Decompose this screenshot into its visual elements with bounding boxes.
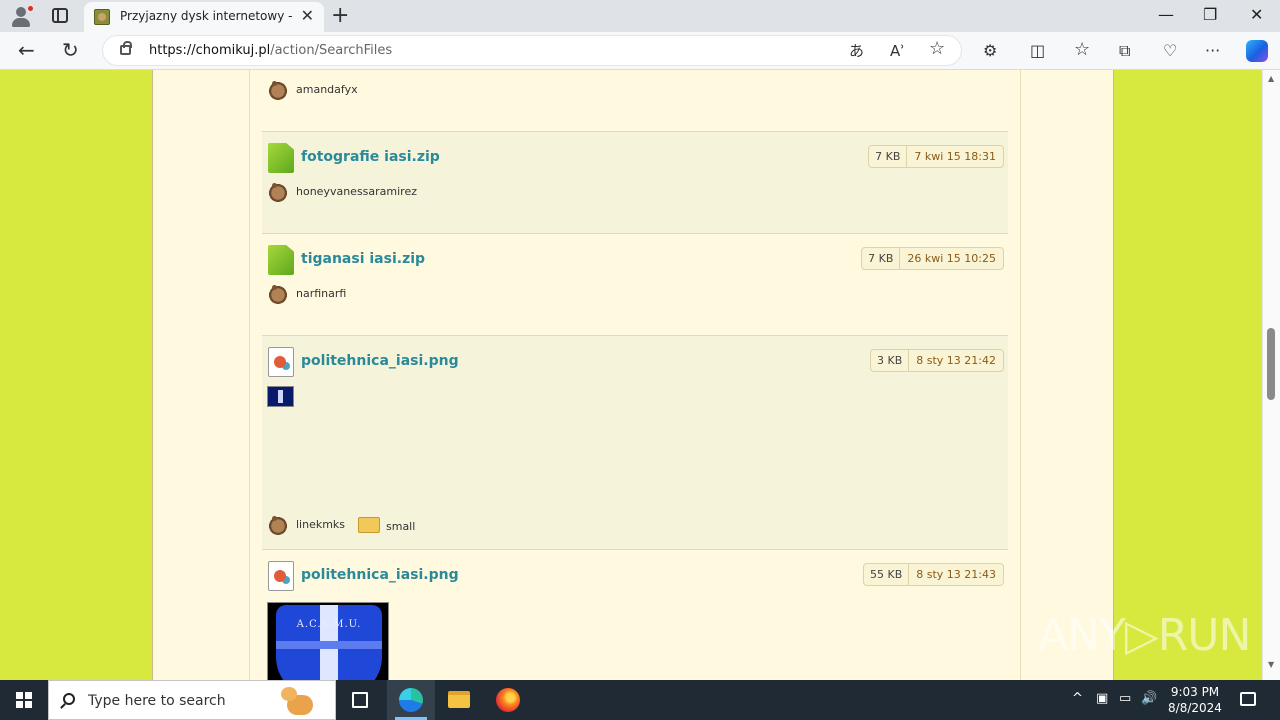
image-thumbnail[interactable] [267,386,294,407]
crest-text: A.C.S.M.U. [296,619,362,630]
search-placeholder: Type here to search [88,693,226,709]
file-size: 7 KB [862,248,901,269]
file-date: 7 kwi 15 18:31 [914,150,996,163]
url-path: /action/SearchFiles [270,43,393,58]
file-date: 8 sty 13 21:42 [916,354,996,367]
list-item: fotografie iasi.zip 7 KB 7 kwi 15 18:31 … [262,132,1008,234]
new-tab-button[interactable]: + [331,3,349,29]
scroll-up-arrow-icon[interactable]: ▲ [1268,74,1274,83]
meet-now-icon[interactable]: ▣ [1096,691,1108,707]
owner-name[interactable]: narfinarfi [296,287,346,300]
page-side-margin [3,70,153,680]
owner-name[interactable]: linekmks [296,518,345,531]
page-viewport: amandafyx fotografie iasi.zip 7 KB 7 kwi… [0,70,1262,680]
tray-overflow-chevron-icon[interactable]: ^ [1072,691,1083,707]
taskbar-firefox-button[interactable] [484,680,532,720]
list-item: politehnica_iasi.png 55 KB 8 sty 13 21:4… [262,550,1008,680]
file-date: 8 sty 13 21:43 [916,568,996,581]
taskbar-search-box[interactable]: Type here to search [48,680,336,720]
file-meta: 7 KB 26 kwi 15 10:25 [861,247,1004,270]
profile-icon[interactable] [10,5,34,27]
tab-title: Przyjazny dysk internetowy - Chomikuj.pl [120,9,296,23]
scroll-down-arrow-icon[interactable]: ▼ [1268,660,1274,669]
browser-essentials-icon[interactable]: ♡ [1163,41,1177,61]
task-view-icon [352,692,368,708]
owner-name[interactable]: amandafyx [296,83,358,96]
page-container: amandafyx fotografie iasi.zip 7 KB 7 kwi… [152,70,1114,680]
taskbar-explorer-button[interactable] [435,680,483,720]
clock-time: 9:03 PM [1170,685,1220,699]
more-menu-icon[interactable]: ··· [1205,41,1220,61]
file-meta: 3 KB 8 sty 13 21:42 [869,349,1004,372]
anyrun-watermark: ANY▷RUN [1038,610,1251,661]
browser-tab[interactable]: Przyjazny dysk internetowy - Chomikuj.pl… [84,2,324,32]
user-avatar-icon [268,80,288,100]
split-screen-icon[interactable]: ◫ [1030,41,1045,61]
refresh-button[interactable]: ↻ [62,39,79,61]
file-name-link[interactable]: politehnica_iasi.png [301,353,459,369]
list-item: politehnica_iasi.png 3 KB 8 sty 13 21:42… [262,336,1008,550]
extensions-icon[interactable]: ⚙ [983,41,997,61]
system-clock[interactable]: 9:03 PM 8/8/2024 [1158,684,1232,716]
page-scrollbar[interactable]: ▲ ▼ [1262,70,1280,680]
file-size: 3 KB [871,350,910,371]
zip-file-icon [268,245,294,275]
tab-close-icon[interactable]: ✕ [301,7,314,25]
add-favorite-icon[interactable]: ☆ [929,40,945,58]
list-item: amandafyx [262,70,1008,132]
translate-icon[interactable]: あ [849,42,864,60]
notification-center-icon[interactable] [1240,692,1256,706]
collections-icon[interactable]: ⧉ [1119,41,1130,61]
scrollbar-thumb[interactable] [1267,328,1275,400]
owner-name[interactable]: honeyvanessaramirez [296,185,417,198]
folder-icon[interactable] [358,517,380,533]
user-avatar-icon [268,284,288,304]
copilot-icon[interactable] [1246,40,1268,62]
file-name-link[interactable]: fotografie iasi.zip [301,149,440,165]
edge-browser-icon [399,688,423,712]
search-highlight-cat-icon [277,685,323,717]
user-avatar-icon [268,182,288,202]
file-size: 55 KB [864,564,910,585]
restore-button[interactable]: ❐ [1203,4,1217,26]
file-size: 7 KB [869,146,908,167]
search-icon [63,693,75,705]
file-name-link[interactable]: politehnica_iasi.png [301,567,459,583]
file-meta: 55 KB 8 sty 13 21:43 [862,563,1004,586]
file-explorer-icon [448,691,470,708]
taskbar-edge-button[interactable] [387,680,435,720]
file-date: 26 kwi 15 10:25 [907,252,996,265]
list-item: tiganasi iasi.zip 7 KB 26 kwi 15 10:25 n… [262,234,1008,336]
read-aloud-icon[interactable]: Aʾ [890,42,905,60]
lock-icon[interactable] [120,41,132,55]
search-results-list: amandafyx fotografie iasi.zip 7 KB 7 kwi… [249,70,1021,680]
browser-toolbar: ← ↻ https://chomikuj.pl/action/SearchFil… [0,32,1280,70]
folder-link[interactable]: small [386,520,415,533]
site-favicon-icon [94,9,110,25]
image-file-icon [268,561,294,591]
task-view-button[interactable] [336,680,384,720]
file-meta: 7 KB 7 kwi 15 18:31 [868,145,1004,168]
user-avatar-icon [268,515,288,535]
image-file-icon [268,347,294,377]
tab-actions-icon[interactable] [52,8,68,23]
club-crest-image: A.C.S.M.U. [276,605,382,680]
url-text[interactable]: https://chomikuj.pl/action/SearchFiles [149,43,392,58]
zip-file-icon [268,143,294,173]
volume-icon[interactable]: 🔊 [1141,691,1157,707]
back-button[interactable]: ← [18,39,35,61]
file-name-link[interactable]: tiganasi iasi.zip [301,251,425,267]
url-domain: https://chomikuj.pl [149,43,271,58]
address-bar[interactable]: https://chomikuj.pl/action/SearchFiles あ… [102,35,962,66]
firefox-icon [496,688,520,712]
clock-date: 8/8/2024 [1168,701,1222,715]
windows-taskbar: Type here to search ^ ▣ ▭ 🔊 9:03 PM 8/8/… [0,680,1280,720]
minimize-button[interactable]: — [1158,4,1174,26]
network-icon[interactable]: ▭ [1119,691,1131,707]
windows-start-icon[interactable] [16,692,32,708]
favorites-icon[interactable]: ☆ [1074,40,1090,60]
image-thumbnail[interactable]: A.C.S.M.U. [267,602,389,680]
tab-strip: Przyjazny dysk internetowy - Chomikuj.pl… [0,0,1280,32]
window-close-button[interactable]: ✕ [1250,4,1263,26]
